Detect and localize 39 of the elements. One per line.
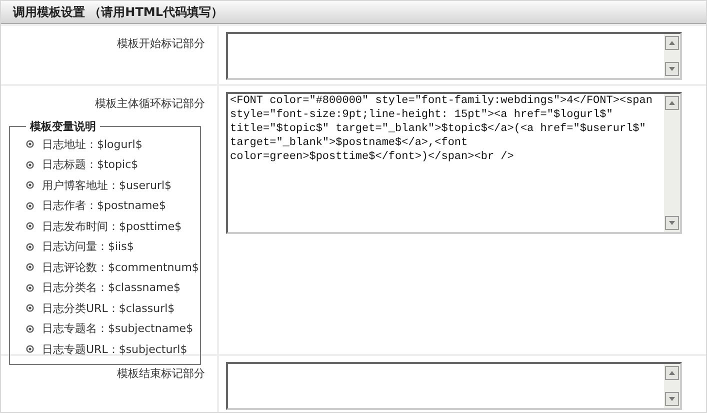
variable-text: 日志地址：$logurl$	[42, 136, 142, 152]
panel-title: 模板变量说明	[28, 119, 97, 134]
field-label: 模板结束标记部分	[116, 366, 206, 381]
scrollbar[interactable]	[664, 34, 680, 78]
bullet-icon	[26, 140, 34, 148]
variable-text: 日志访问量：$iis$	[42, 239, 134, 254]
bullet-icon	[26, 263, 34, 272]
scroll-up-icon[interactable]	[665, 36, 679, 50]
variable-text: 日志专题名：$subjectname$	[42, 321, 194, 336]
code-textarea[interactable]	[226, 32, 682, 80]
scroll-down-icon[interactable]	[665, 392, 679, 406]
variable-text: 日志评论数：$commentnum$	[42, 260, 199, 275]
bullet-icon	[26, 284, 34, 292]
bullet-icon	[26, 181, 34, 190]
bullet-icon	[26, 345, 34, 354]
variable-text: 日志分类名：$classname$	[42, 280, 180, 296]
scroll-down-icon[interactable]	[665, 216, 679, 230]
bullet-icon	[26, 242, 34, 251]
bullet-icon	[26, 202, 34, 210]
bullet-icon	[26, 304, 34, 312]
code-textarea[interactable]: <FONT color="#800000" style="font-family:webdings">4</FONT><span style="font-size:9pt;line-height: 15pt"><a href="$logurl$" title="$topic$" target="_blank">$topic$</a>(<a href="$userurl$" target="_blank">$postname$</a>,<font color=green>$posttime$</font>)</span><br />	[226, 92, 682, 234]
scrollbar[interactable]	[664, 94, 680, 232]
variable-text: 日志专题URL：$subjecturl$	[42, 342, 188, 357]
variable-text: 日志作者：$postname$	[42, 198, 166, 214]
variable-text: 用户博客地址：$userurl$	[42, 178, 172, 193]
bullet-icon	[26, 160, 34, 169]
variable-text: 日志发布时间：$posttime$	[42, 218, 182, 234]
section-header: 调用模板设置 （请用HTML代码填写）	[1, 1, 706, 24]
code-textarea[interactable]	[226, 362, 682, 410]
field-label: 模板开始标记部分	[116, 36, 206, 51]
field-label: 模板主体循环标记部分	[94, 96, 206, 111]
scroll-down-icon[interactable]	[665, 62, 679, 76]
bullet-icon	[26, 324, 34, 333]
variable-text: 日志分类URL：$classurl$	[42, 300, 175, 316]
bullet-icon	[26, 222, 34, 230]
scrollbar[interactable]	[664, 364, 680, 408]
scroll-up-icon[interactable]	[665, 366, 679, 380]
variable-text: 日志标题：$topic$	[42, 157, 138, 172]
scroll-up-icon[interactable]	[665, 96, 679, 110]
